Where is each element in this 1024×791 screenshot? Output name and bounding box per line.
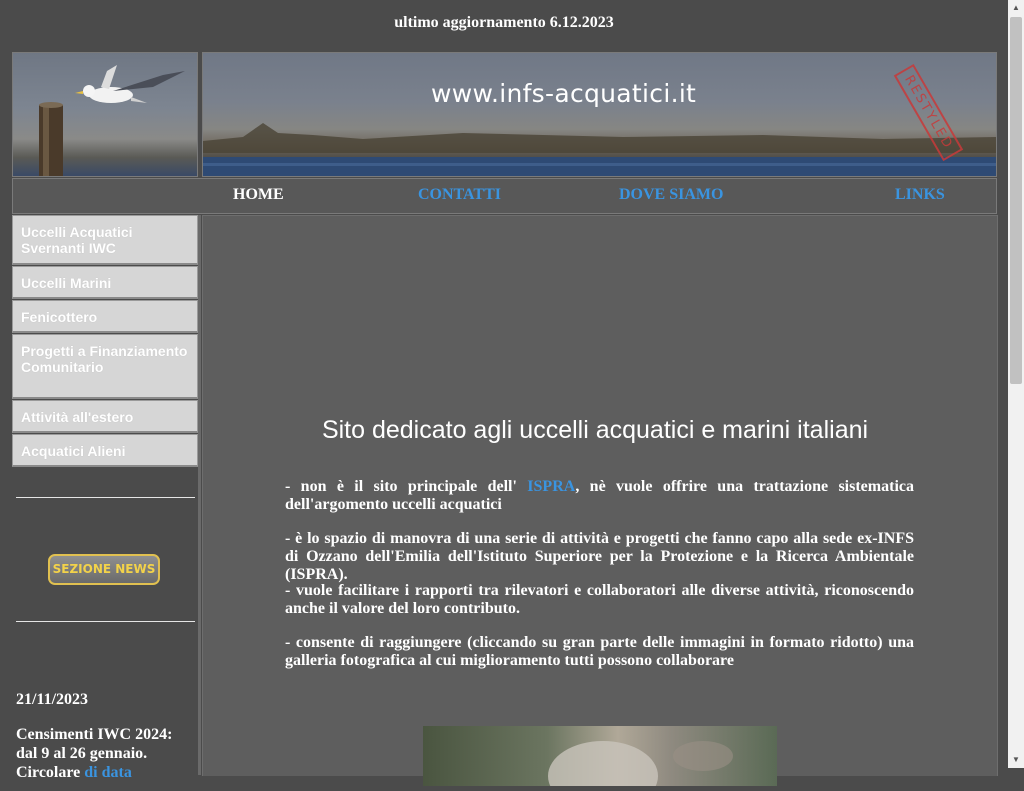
photo-thumbnail-icon: [548, 741, 733, 791]
top-navigation: HOME CONTATTI DOVE SIAMO LINKS: [12, 178, 997, 214]
last-update-text: ultimo aggiornamento 6.12.2023: [394, 14, 614, 31]
sidebar-item-uccelli-marini[interactable]: Uccelli Marini: [12, 266, 198, 299]
page: ultimo aggiornamento 6.12.2023 www.infs-…: [0, 0, 1008, 791]
news-text-cont: Circolare: [16, 764, 81, 781]
news-text: Censimenti IWC 2024: dal 9 al 26 gennaio…: [16, 725, 196, 782]
news-text-main: Censimenti IWC 2024: dal 9 al 26 gennaio…: [16, 726, 173, 762]
sidebar-item-iwc[interactable]: Uccelli Acquatici Svernanti IWC: [12, 215, 198, 265]
landscape-icon: [203, 123, 996, 176]
sidebar-item-acquatici-alieni[interactable]: Acquatici Alieni: [12, 434, 198, 467]
sidebar-item-progetti[interactable]: Progetti a Finanziamento Comunitario: [12, 334, 198, 399]
sidebar-divider: [16, 497, 195, 498]
intro-paragraph-1: - non è il sito principale dell' ISPRA, …: [285, 478, 914, 514]
scroll-thumb[interactable]: [1010, 17, 1022, 384]
scroll-up-arrow-icon[interactable]: ▲: [1008, 0, 1024, 16]
vertical-scrollbar[interactable]: ▲ ▼: [1008, 0, 1024, 768]
news-link[interactable]: di data: [84, 764, 132, 781]
banner-header-image: www.infs-acquatici.it RESTYLED: [202, 52, 997, 177]
nav-home[interactable]: HOME: [233, 186, 284, 204]
nav-dove-siamo[interactable]: DOVE SIAMO: [619, 186, 723, 204]
sidebar-item-attivita-estero[interactable]: Attività all'estero: [12, 400, 198, 433]
sidebar: Uccelli Acquatici Svernanti IWC Uccelli …: [12, 215, 201, 781]
intro-paragraph-3: - vuole facilitare i rapporti tra rileva…: [285, 582, 914, 617]
gallery-photo[interactable]: [423, 726, 777, 791]
nav-contatti[interactable]: CONTATTI: [418, 186, 501, 204]
intro-paragraph-4: - consente di raggiungere (cliccando su …: [285, 634, 914, 669]
gull-icon: [39, 65, 185, 176]
news-date: 21/11/2023: [16, 691, 89, 708]
page-title: Sito dedicato agli uccelli acquatici e m…: [321, 416, 869, 444]
scroll-down-arrow-icon[interactable]: ▼: [1008, 752, 1024, 768]
ispra-link[interactable]: ISPRA: [527, 478, 575, 495]
intro-paragraph-2: - è lo spazio di manovra di una serie di…: [285, 530, 914, 583]
banner-gull-image: [12, 52, 198, 177]
sidebar-divider: [16, 621, 195, 622]
sidebar-item-fenicottero[interactable]: Fenicottero: [12, 300, 198, 333]
nav-links[interactable]: LINKS: [895, 186, 945, 204]
p1-text: - non è il sito principale dell': [285, 478, 528, 495]
news-section-button[interactable]: SEZIONE NEWS: [48, 554, 160, 585]
site-title: www.infs-acquatici.it: [431, 79, 697, 108]
main-content: Sito dedicato agli uccelli acquatici e m…: [202, 215, 998, 791]
